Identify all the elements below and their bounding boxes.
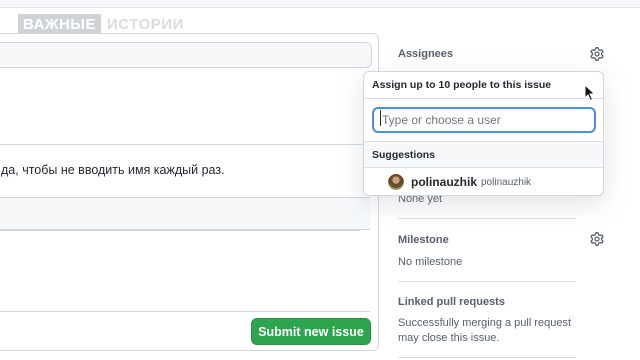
user-filter-input[interactable] (372, 107, 596, 133)
issue-editor-panel: да, чтобы не вводить имя каждый раз. (0, 33, 379, 351)
linked-pull-requests-heading: Linked pull requests (398, 296, 505, 308)
suggestions-heading: Suggestions (364, 141, 603, 168)
editor-attachment-bar[interactable] (0, 197, 370, 230)
text-cursor-caret (380, 110, 381, 126)
gear-icon[interactable] (590, 47, 604, 61)
dropdown-header: Assign up to 10 people to this issue (364, 72, 603, 99)
linked-pull-requests-description: Successfully merging a pull request may … (398, 317, 572, 344)
top-header-strip (0, 0, 640, 8)
issue-title-input[interactable] (0, 42, 372, 68)
editor-divider (0, 144, 370, 145)
avatar (388, 174, 404, 190)
editor-divider (0, 230, 360, 231)
suggestion-name: polinauzhik (481, 176, 532, 188)
sidebar-divider (398, 357, 576, 358)
milestone-heading[interactable]: Milestone (398, 234, 449, 246)
suggestion-login: polinauzhik (411, 175, 477, 189)
editor-divider (0, 311, 370, 312)
sidebar-divider (398, 281, 576, 282)
milestone-value: No milestone (398, 256, 463, 268)
watermark-trailing-text: ИСТОРИИ (107, 16, 184, 33)
submit-new-issue-button[interactable]: Submit new issue (251, 318, 371, 345)
gear-icon[interactable] (590, 232, 604, 246)
assignees-heading[interactable]: Assignees (398, 48, 453, 60)
assignees-dropdown: Assign up to 10 people to this issue Sug… (363, 71, 604, 196)
mouse-pointer-icon (584, 84, 596, 102)
sidebar-divider (398, 218, 576, 219)
issue-body-text[interactable]: да, чтобы не вводить имя каждый раз. (1, 163, 225, 177)
suggestion-item[interactable]: polinauzhik polinauzhik (364, 168, 603, 195)
